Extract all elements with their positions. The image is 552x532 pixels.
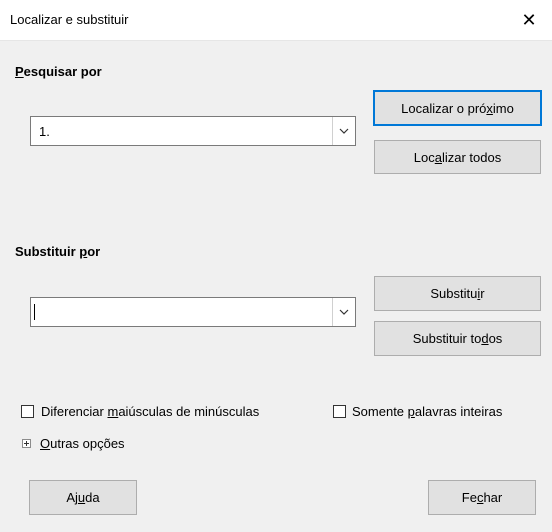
window-title: Localizar e substituir — [10, 12, 129, 27]
replace-dropdown-button[interactable] — [332, 298, 355, 326]
replace-all-button[interactable]: Substituir to d os — [374, 321, 541, 356]
close-button[interactable]: Fe c har — [428, 480, 536, 515]
text-cursor — [34, 304, 35, 320]
chevron-down-icon — [339, 128, 349, 134]
find-next-button[interactable]: Localizar o pró x imo — [373, 90, 542, 126]
replace-button[interactable]: Substitu i r — [374, 276, 541, 311]
whole-words-label[interactable]: Somente palavras inteiras — [352, 404, 502, 419]
other-options-expander[interactable]: Outras opções — [40, 436, 125, 451]
replace-label: Substituir por — [15, 244, 101, 259]
whole-words-checkbox[interactable] — [333, 405, 346, 418]
close-icon: ✕ — [521, 9, 537, 30]
match-case-checkbox[interactable] — [21, 405, 34, 418]
chevron-down-icon — [339, 309, 349, 315]
search-dropdown-button[interactable] — [332, 117, 355, 145]
search-input[interactable]: 1. — [39, 124, 50, 139]
help-button[interactable]: Aj u da — [29, 480, 137, 515]
close-window-button[interactable]: ✕ — [506, 0, 552, 40]
title-bar: Localizar e substituir ✕ — [0, 0, 552, 41]
find-all-button[interactable]: Loc a lizar todos — [374, 140, 541, 174]
match-case-label[interactable]: Diferenciar maiúsculas de minúsculas — [41, 404, 259, 419]
search-label: Pesquisar por — [15, 64, 102, 79]
search-combobox[interactable]: 1. — [30, 116, 356, 146]
replace-combobox[interactable] — [30, 297, 356, 327]
plus-box-icon[interactable] — [22, 439, 31, 448]
